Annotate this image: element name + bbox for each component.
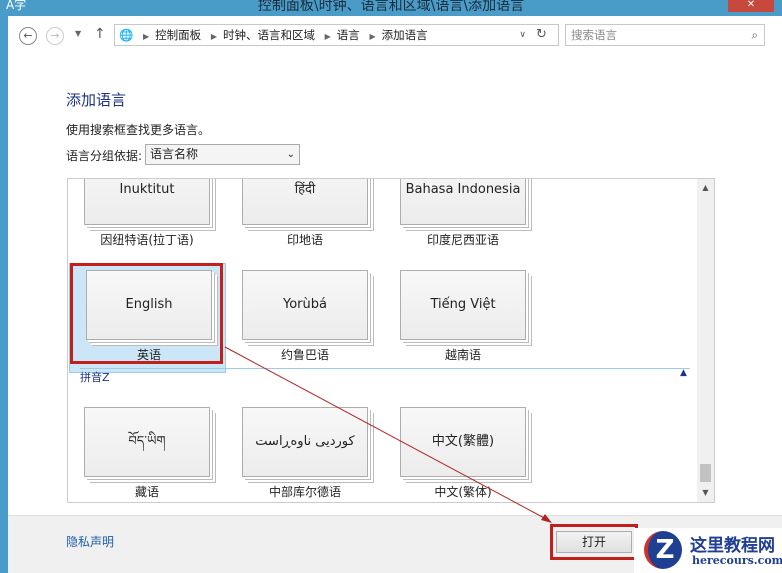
tile-native: Yorùbá (242, 270, 368, 340)
breadcrumb-item[interactable]: 语言 (337, 28, 360, 42)
tile-name: 越南语 (444, 348, 481, 362)
up-arrow-icon[interactable]: ↑ (94, 26, 106, 42)
title-bar: A字 控制面板\时钟、语言和区域\语言\添加语言 ✕ (0, 0, 782, 16)
tile-name: 印地语 (286, 233, 323, 247)
tile-native: བོད་ཡིག (84, 407, 210, 477)
tile-native: Bahasa Indonesia (400, 179, 526, 225)
navigation-bar: ← → ▼ ↑ 🌐 ▶ 控制面板 ▶ 时钟、语言和区域 ▶ 语言 ▶ 添加语言 ∨ ↻ … (8, 24, 782, 48)
breadcrumb-item[interactable]: 控制面板 (155, 28, 201, 42)
group-header[interactable]: 拼音Z (80, 369, 110, 385)
tile-name: 约鲁巴语 (280, 348, 329, 362)
control-panel-icon: 🌐 (119, 28, 134, 42)
description: 使用搜索框查找更多语言。 (66, 123, 211, 137)
watermark: Z 这里教程网 herecours.com (634, 528, 782, 573)
watermark-site: herecours.com (692, 554, 782, 567)
group-by-select[interactable]: 语言名称 ⌄ (145, 144, 300, 165)
language-tile[interactable]: हिंदी 印地语 (226, 179, 386, 259)
chevron-right-icon: ▶ (210, 32, 217, 41)
tile-native: हिंदी (242, 179, 368, 225)
group-by-value: 语言名称 (150, 147, 199, 161)
search-icon[interactable]: ⌕ (752, 25, 758, 45)
scroll-down-icon[interactable]: ▼ (697, 488, 714, 497)
tile-name: 藏语 (134, 485, 159, 499)
privacy-link[interactable]: 隐私声明 (66, 533, 114, 550)
group-by-label: 语言分组依据: (66, 149, 143, 163)
tile-native: Tiếng Việt (400, 270, 526, 340)
tile-name: 因纽特语(拉丁语) (100, 233, 194, 247)
refresh-icon[interactable]: ↻ (536, 27, 547, 42)
scrollbar[interactable]: ▲ ▼ (697, 179, 714, 502)
highlight-box (70, 263, 223, 364)
forward-button[interactable]: → (46, 27, 64, 45)
tile-native: کوردیی ناوەڕاست (242, 407, 368, 477)
breadcrumb-item[interactable]: 添加语言 (382, 28, 428, 42)
chevron-right-icon: ▶ (143, 32, 150, 41)
recent-dropdown-icon[interactable]: ▼ (75, 29, 81, 38)
tile-native: Inuktitut (84, 179, 210, 225)
language-tile[interactable]: Yorùbá 约鲁巴语 (226, 264, 386, 374)
language-tile[interactable]: Tiếng Việt 越南语 (384, 264, 544, 374)
tile-name: 中文(繁体) (434, 485, 492, 499)
back-button[interactable]: ← (19, 27, 37, 45)
group-divider (80, 368, 690, 369)
scrollbar-thumb[interactable] (700, 464, 711, 482)
search-placeholder: 搜索语言 (571, 28, 617, 42)
chevron-right-icon: ▶ (324, 32, 331, 41)
chevron-down-icon[interactable]: ∨ (519, 25, 526, 45)
window-title: 控制面板\时钟、语言和区域\语言\添加语言 (257, 0, 525, 14)
language-list: Inuktitut 因纽特语(拉丁语) हिंदी 印地语 Bahasa Indon… (67, 178, 715, 503)
tile-native: 中文(繁體) (400, 407, 526, 477)
page-title: 添加语言 (66, 91, 127, 109)
language-tile[interactable]: Inuktitut 因纽特语(拉丁语) (68, 179, 228, 259)
watermark-title: 这里教程网 (690, 536, 775, 556)
tile-name: 中部库尔德语 (268, 485, 341, 499)
scroll-up-icon[interactable]: ▲ (697, 183, 714, 192)
chevron-right-icon: ▶ (369, 32, 376, 41)
language-tile[interactable]: Bahasa Indonesia 印度尼西亚语 (384, 179, 544, 259)
address-bar[interactable]: 🌐 ▶ 控制面板 ▶ 时钟、语言和区域 ▶ 语言 ▶ 添加语言 ∨ (114, 24, 559, 46)
tile-name: 印度尼西亚语 (426, 233, 499, 247)
breadcrumb-item[interactable]: 时钟、语言和区域 (223, 28, 315, 42)
search-input[interactable]: 搜索语言 ⌕ (565, 24, 765, 46)
language-tile[interactable]: བོད་ཡིག 藏语 (68, 401, 228, 502)
language-tile[interactable]: 中文(繁體) 中文(繁体) (384, 401, 544, 502)
chevron-down-icon: ⌄ (286, 149, 295, 160)
close-button[interactable]: ✕ (728, 0, 774, 12)
watermark-logo-icon: Z (644, 531, 682, 569)
language-tile[interactable]: کوردیی ناوەڕاست 中部库尔德语 (226, 401, 386, 502)
collapse-icon[interactable]: ▲ (680, 368, 687, 378)
window: ← → ▼ ↑ 🌐 ▶ 控制面板 ▶ 时钟、语言和区域 ▶ 语言 ▶ 添加语言 ∨ ↻ … (8, 16, 782, 573)
highlight-box (550, 524, 638, 560)
